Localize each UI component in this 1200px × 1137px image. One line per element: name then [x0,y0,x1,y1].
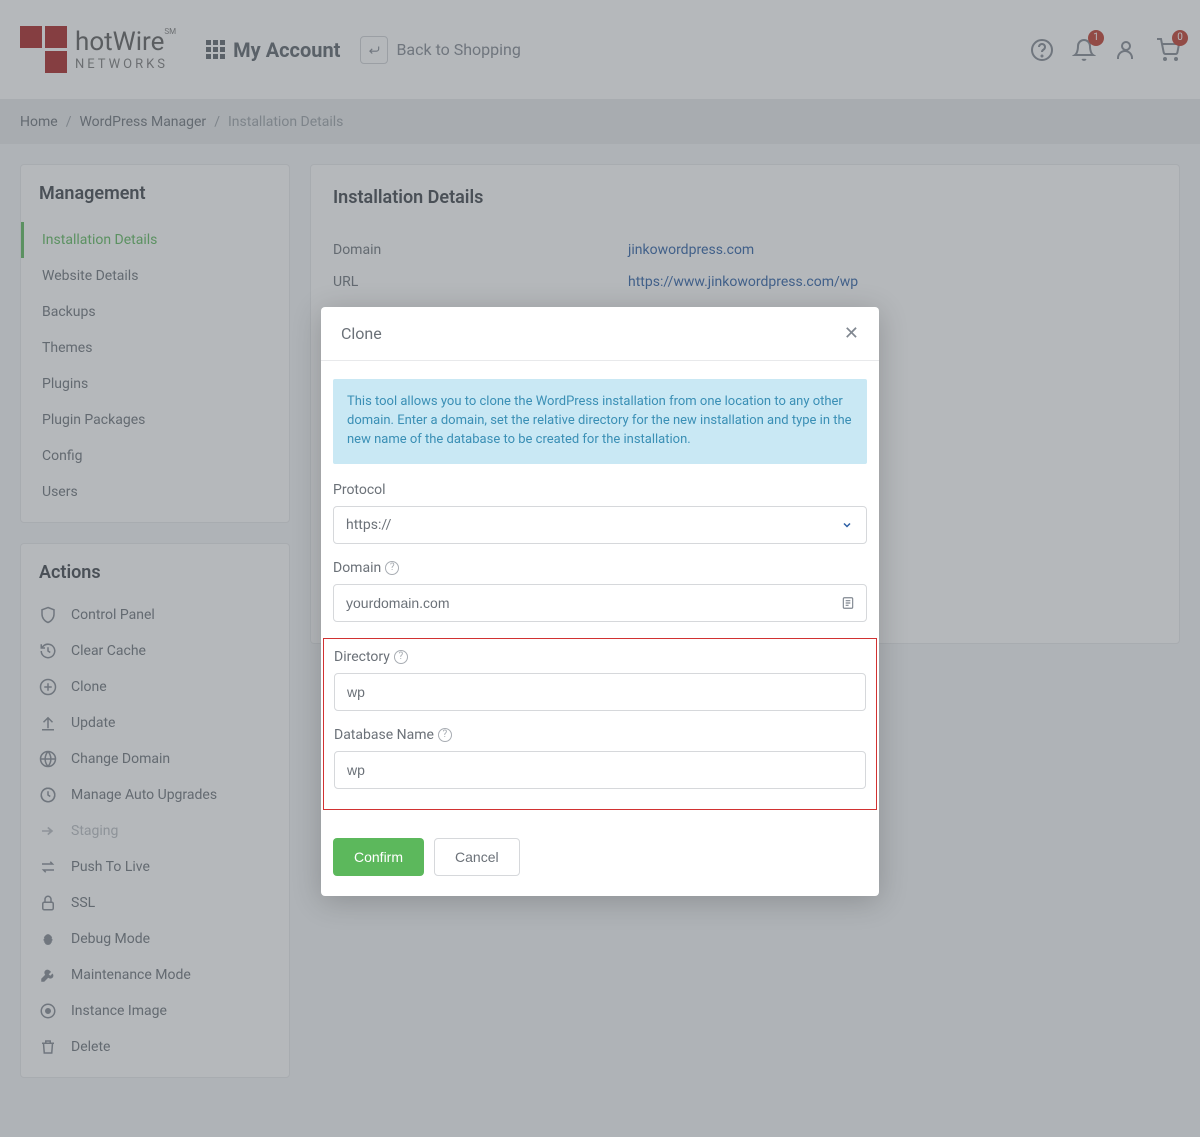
database-label: Database Name? [334,727,866,743]
directory-input[interactable] [334,673,866,711]
confirm-button[interactable]: Confirm [333,838,424,876]
directory-label: Directory? [334,649,866,665]
database-input[interactable] [334,751,866,789]
protocol-label: Protocol [333,482,867,498]
list-icon[interactable] [841,595,855,611]
modal-title: Clone [341,324,382,343]
close-icon[interactable]: ✕ [844,323,859,344]
cancel-button[interactable]: Cancel [434,838,520,876]
domain-label: Domain? [333,560,867,576]
highlight-box: Directory? Database Name? [323,638,877,810]
help-icon[interactable]: ? [438,728,452,742]
help-icon[interactable]: ? [385,561,399,575]
protocol-select[interactable]: https:// [333,506,867,544]
help-icon[interactable]: ? [394,650,408,664]
clone-modal: Clone ✕ This tool allows you to clone th… [321,307,879,896]
domain-input[interactable] [333,584,867,622]
info-box: This tool allows you to clone the WordPr… [333,379,867,464]
